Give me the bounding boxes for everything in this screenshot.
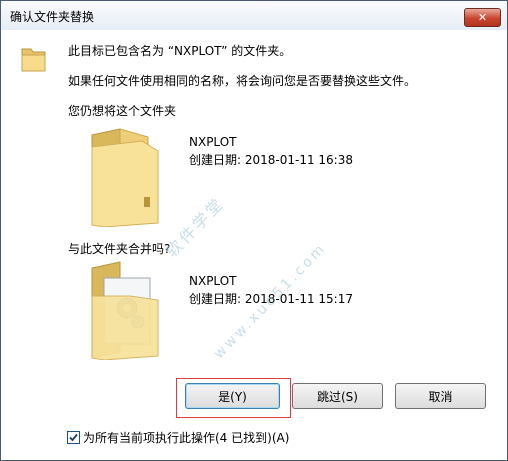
dialog-title: 确认文件夹替换 [10, 10, 95, 24]
cancel-button[interactable]: 取消 [395, 383, 486, 409]
close-icon: ✕ [477, 11, 488, 24]
existing-folder-icon [91, 128, 159, 227]
incoming-folder-icon [91, 261, 159, 360]
close-button[interactable]: ✕ [464, 8, 501, 27]
merge-question: 与此文件夹合并吗? [68, 242, 171, 256]
message-line-2: 如果任何文件使用相同的名称，将会询问您是否要替换这些文件。 [68, 74, 417, 88]
confirm-folder-replace-dialog: 确认文件夹替换 ✕ 此目标已包含名为 “NXPLOT” 的文件夹。 如果任何文件… [0, 0, 508, 461]
watermark-text: 软件学堂 [161, 193, 229, 261]
folder-icon [21, 48, 46, 72]
message-line-1: 此目标已包含名为 “NXPLOT” 的文件夹。 [68, 44, 292, 58]
dialog-content: 此目标已包含名为 “NXPLOT” 的文件夹。 如果任何文件使用相同的名称，将会… [1, 31, 507, 460]
skip-button[interactable]: 跳过(S) [292, 383, 383, 409]
existing-folder-name: NXPLOT [189, 135, 237, 149]
checkmark-icon [69, 433, 78, 442]
message-line-3: 您仍想将这个文件夹 [68, 104, 177, 118]
incoming-folder-name: NXPLOT [189, 274, 237, 288]
apply-to-all-option[interactable]: 为所有当前项执行此操作(4 已找到)(A) [67, 429, 289, 446]
apply-to-all-checkbox[interactable] [67, 431, 80, 444]
yes-button[interactable]: 是(Y) [185, 383, 280, 409]
apply-to-all-label: 为所有当前项执行此操作(4 已找到)(A) [83, 431, 290, 445]
title-bar[interactable]: 确认文件夹替换 ✕ [1, 1, 507, 30]
